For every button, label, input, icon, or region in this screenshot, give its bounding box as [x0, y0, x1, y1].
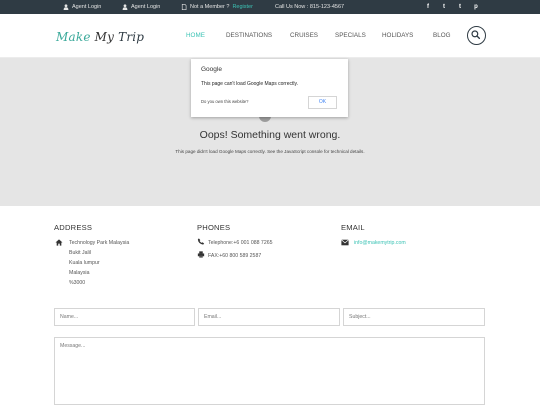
map-error-title: Oops! Something went wrong.	[199, 129, 341, 141]
message-textarea[interactable]	[54, 337, 485, 405]
address-line-3: Kuala lumpur	[69, 260, 100, 266]
fax-text: FAX:+60 800 589 2587	[208, 253, 262, 259]
agent-login-label-2: Agent Login	[131, 4, 161, 10]
not-member-text: Not a Member ?	[190, 4, 230, 10]
address-heading: ADDRESS	[54, 223, 93, 232]
email-heading: EMAIL	[341, 223, 365, 232]
nav-blog[interactable]: BLOG	[433, 32, 451, 39]
register-link[interactable]: Register	[232, 0, 252, 14]
map-error-detail: This page didn't load Google Maps correc…	[175, 149, 365, 154]
address-line-2: Bukit Jalil	[69, 250, 91, 256]
subject-input[interactable]	[343, 308, 485, 326]
call-us-text: Call Us Now : 815-123-4567	[275, 0, 344, 14]
nav-home[interactable]: HOME	[186, 32, 205, 39]
tumblr-icon[interactable]: t	[456, 0, 464, 14]
agent-login-label-1: Agent Login	[72, 4, 102, 10]
google-maps-error-dialog: Google This page can't load Google Maps …	[191, 59, 348, 117]
agent-login-link-1[interactable]: Agent Login	[63, 0, 101, 14]
address-line-5: %3000	[69, 280, 86, 286]
dialog-message: This page can't load Google Maps correct…	[201, 81, 299, 87]
phone-icon	[197, 238, 205, 245]
envelope-icon	[341, 239, 349, 246]
fax-icon	[197, 251, 205, 258]
user-icon	[122, 4, 128, 10]
agent-login-link-2[interactable]: Agent Login	[122, 0, 160, 14]
logo-trip: Trip	[118, 30, 145, 44]
facebook-icon[interactable]: f	[424, 0, 432, 14]
twitter-icon[interactable]: t	[440, 0, 448, 14]
dialog-question[interactable]: Do you own this website?	[201, 99, 248, 104]
logo-my: My	[94, 30, 115, 44]
document-icon	[181, 4, 187, 10]
address-line-1: Technology Park Malaysia	[69, 240, 130, 246]
site-logo[interactable]: Make My Trip	[56, 30, 144, 44]
search-button[interactable]	[467, 26, 486, 45]
home-icon	[55, 239, 63, 246]
nav-specials[interactable]: SPECIALS	[335, 32, 366, 39]
nav-holidays[interactable]: HOLIDAYS	[382, 32, 413, 39]
address-line-4: Malaysia	[69, 270, 90, 276]
dialog-ok-button[interactable]: OK	[308, 96, 337, 109]
search-icon	[471, 30, 481, 40]
dialog-title: Google	[201, 66, 222, 73]
name-input[interactable]	[54, 308, 195, 326]
nav-cruises[interactable]: CRUISES	[290, 32, 318, 39]
phones-heading: PHONES	[197, 223, 231, 232]
top-bar: Agent Login Agent Login Not a Member ? R…	[0, 0, 540, 14]
pinterest-icon[interactable]: p	[472, 0, 480, 14]
call-us-label: Call Us Now : 815-123-4567	[275, 4, 345, 10]
telephone-text: Telephone:+6 001 088 7265	[208, 240, 273, 246]
site-header: Make My Trip HOME DESTINATIONS CRUISES S…	[0, 14, 540, 58]
register-prompt: Not a Member ? Register	[181, 0, 253, 14]
email-input[interactable]	[198, 308, 340, 326]
logo-make: Make	[56, 30, 91, 44]
user-icon	[63, 4, 69, 10]
email-link[interactable]: info@makemytrip.com	[354, 240, 406, 246]
nav-destinations[interactable]: DESTINATIONS	[226, 32, 272, 39]
